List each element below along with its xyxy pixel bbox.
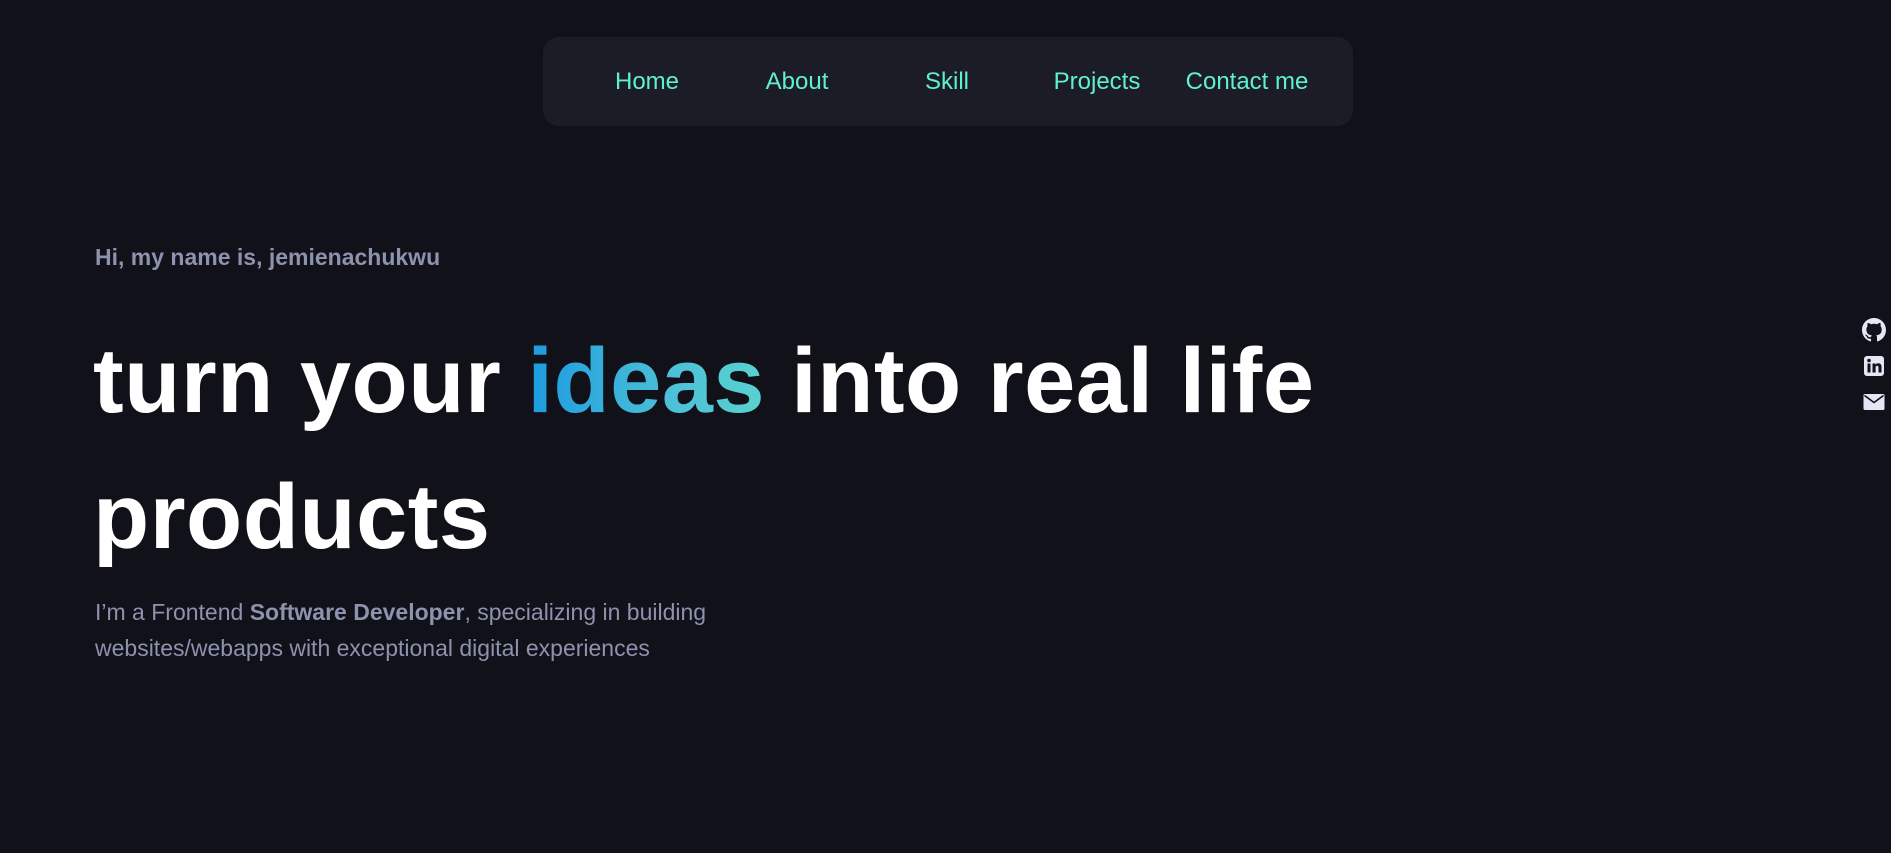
github-icon [1862,318,1886,342]
navbar: Home About Skill Projects Contact me [543,37,1353,126]
intro-greeting: Hi, my name is, jemienachukwu [95,244,441,270]
hero-tagline: I’m a Frontend Software Developer, speci… [95,594,815,666]
headline-accent-word: ideas [527,330,766,432]
email-link[interactable] [1862,390,1886,414]
nav-link-home[interactable]: Home [615,37,679,126]
mail-icon [1862,390,1886,414]
linkedin-link[interactable] [1862,354,1886,378]
social-links [1862,318,1886,426]
page: Home About Skill Projects Contact me Hi,… [0,0,1891,853]
nav-link-skill[interactable]: Skill [925,37,969,126]
nav-link-about[interactable]: About [766,37,829,126]
tagline-text-start: I’m a Frontend [95,599,250,625]
headline-text-start: turn your [93,330,528,432]
tagline-role: Software Developer [249,599,465,625]
nav-link-contact[interactable]: Contact me [1186,37,1309,126]
github-link[interactable] [1862,318,1886,342]
hero-headline: turn your ideas into real life products [93,313,1593,585]
nav-link-projects[interactable]: Projects [1054,37,1141,126]
linkedin-icon [1862,354,1886,378]
